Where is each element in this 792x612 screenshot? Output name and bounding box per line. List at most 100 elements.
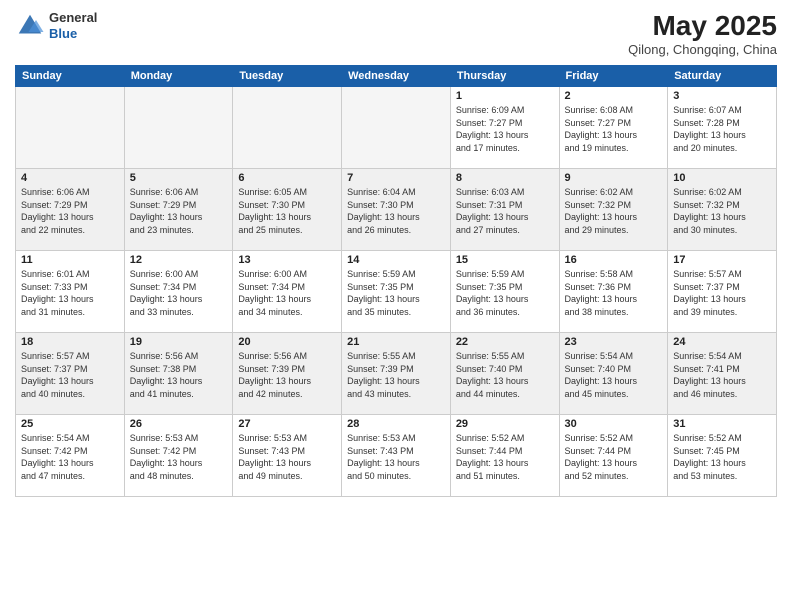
calendar-cell: 30Sunrise: 5:52 AM Sunset: 7:44 PM Dayli…: [559, 415, 668, 497]
logo-text: General Blue: [49, 10, 97, 41]
calendar-week-5: 25 Sunrise: 5:54 AM Sunset: 7:42 PM Dayli…: [16, 415, 777, 497]
day-number: 7: [347, 172, 445, 184]
day-info: Sunrise: 5:59 AM Sunset: 7:35 PM Dayligh…: [347, 268, 445, 318]
calendar-cell: 31 Sunrise: 5:52 AM Sunset: 7:45 PM Dayli…: [668, 415, 777, 497]
calendar-cell: 19Sunrise: 5:56 AM Sunset: 7:38 PM Dayli…: [124, 333, 233, 415]
calendar-week-4: 18 Sunrise: 5:57 AM Sunset: 7:37 PM Dayli…: [16, 333, 777, 415]
calendar-cell: 25 Sunrise: 5:54 AM Sunset: 7:42 PM Dayli…: [16, 415, 125, 497]
day-info: Sunrise: 6:08 AM Sunset: 7:27 PM Dayligh…: [565, 104, 663, 154]
day-number: 9: [565, 172, 663, 184]
day-number: 31: [673, 418, 771, 430]
calendar-cell: 20Sunrise: 5:56 AM Sunset: 7:39 PM Dayli…: [233, 333, 342, 415]
header: General Blue May 2025 Qilong, Chongqing,…: [15, 10, 777, 57]
calendar-cell: 22 Sunrise: 5:55 AM Sunset: 7:40 PM Dayli…: [450, 333, 559, 415]
calendar-cell: 8Sunrise: 6:03 AM Sunset: 7:31 PM Daylig…: [450, 169, 559, 251]
calendar-cell: 1Sunrise: 6:09 AM Sunset: 7:27 PM Daylig…: [450, 87, 559, 169]
day-number: 19: [130, 336, 228, 348]
day-info: Sunrise: 5:53 AM Sunset: 7:43 PM Dayligh…: [347, 432, 445, 482]
day-info: Sunrise: 5:54 AM Sunset: 7:42 PM Dayligh…: [21, 432, 119, 482]
day-info: Sunrise: 6:06 AM Sunset: 7:29 PM Dayligh…: [21, 186, 119, 236]
day-number: 4: [21, 172, 119, 184]
title-block: May 2025 Qilong, Chongqing, China: [628, 10, 777, 57]
day-number: 6: [238, 172, 336, 184]
day-number: 12: [130, 254, 228, 266]
calendar-cell: 2Sunrise: 6:08 AM Sunset: 7:27 PM Daylig…: [559, 87, 668, 169]
day-info: Sunrise: 5:53 AM Sunset: 7:42 PM Dayligh…: [130, 432, 228, 482]
col-header-thursday: Thursday: [450, 66, 559, 87]
page: General Blue May 2025 Qilong, Chongqing,…: [0, 0, 792, 612]
month-title: May 2025: [628, 10, 777, 42]
calendar-cell: 23 Sunrise: 5:54 AM Sunset: 7:40 PM Dayli…: [559, 333, 668, 415]
calendar-cell: 7 Sunrise: 6:04 AM Sunset: 7:30 PM Daylig…: [342, 169, 451, 251]
calendar-cell: 16Sunrise: 5:58 AM Sunset: 7:36 PM Dayli…: [559, 251, 668, 333]
calendar-cell: 3 Sunrise: 6:07 AM Sunset: 7:28 PM Daylig…: [668, 87, 777, 169]
day-number: 22: [456, 336, 554, 348]
calendar-cell: 28 Sunrise: 5:53 AM Sunset: 7:43 PM Dayli…: [342, 415, 451, 497]
day-number: 28: [347, 418, 445, 430]
calendar-cell: [124, 87, 233, 169]
day-info: Sunrise: 6:04 AM Sunset: 7:30 PM Dayligh…: [347, 186, 445, 236]
col-header-sunday: Sunday: [16, 66, 125, 87]
day-info: Sunrise: 5:57 AM Sunset: 7:37 PM Dayligh…: [21, 350, 119, 400]
day-number: 18: [21, 336, 119, 348]
day-info: Sunrise: 5:55 AM Sunset: 7:40 PM Dayligh…: [456, 350, 554, 400]
calendar-cell: 24 Sunrise: 5:54 AM Sunset: 7:41 PM Dayli…: [668, 333, 777, 415]
calendar-cell: 6 Sunrise: 6:05 AM Sunset: 7:30 PM Daylig…: [233, 169, 342, 251]
day-info: Sunrise: 6:09 AM Sunset: 7:27 PM Dayligh…: [456, 104, 554, 154]
day-info: Sunrise: 6:02 AM Sunset: 7:32 PM Dayligh…: [565, 186, 663, 236]
calendar-cell: [342, 87, 451, 169]
day-info: Sunrise: 5:54 AM Sunset: 7:41 PM Dayligh…: [673, 350, 771, 400]
day-info: Sunrise: 6:00 AM Sunset: 7:34 PM Dayligh…: [238, 268, 336, 318]
col-header-tuesday: Tuesday: [233, 66, 342, 87]
calendar-cell: 26 Sunrise: 5:53 AM Sunset: 7:42 PM Dayli…: [124, 415, 233, 497]
col-header-monday: Monday: [124, 66, 233, 87]
calendar-header-row: SundayMondayTuesdayWednesdayThursdayFrid…: [16, 66, 777, 87]
day-number: 3: [673, 90, 771, 102]
calendar-cell: 5Sunrise: 6:06 AM Sunset: 7:29 PM Daylig…: [124, 169, 233, 251]
day-info: Sunrise: 5:56 AM Sunset: 7:39 PM Dayligh…: [238, 350, 336, 400]
calendar-cell: 15Sunrise: 5:59 AM Sunset: 7:35 PM Dayli…: [450, 251, 559, 333]
calendar-cell: 29 Sunrise: 5:52 AM Sunset: 7:44 PM Dayli…: [450, 415, 559, 497]
calendar-week-2: 4 Sunrise: 6:06 AM Sunset: 7:29 PM Daylig…: [16, 169, 777, 251]
day-number: 25: [21, 418, 119, 430]
day-number: 29: [456, 418, 554, 430]
logo-general: General: [49, 10, 97, 26]
day-number: 24: [673, 336, 771, 348]
calendar-cell: 12 Sunrise: 6:00 AM Sunset: 7:34 PM Dayli…: [124, 251, 233, 333]
day-info: Sunrise: 5:52 AM Sunset: 7:44 PM Dayligh…: [565, 432, 663, 482]
calendar-cell: 14 Sunrise: 5:59 AM Sunset: 7:35 PM Dayli…: [342, 251, 451, 333]
day-number: 26: [130, 418, 228, 430]
calendar-cell: 21 Sunrise: 5:55 AM Sunset: 7:39 PM Dayli…: [342, 333, 451, 415]
calendar-cell: 18 Sunrise: 5:57 AM Sunset: 7:37 PM Dayli…: [16, 333, 125, 415]
day-info: Sunrise: 6:07 AM Sunset: 7:28 PM Dayligh…: [673, 104, 771, 154]
day-info: Sunrise: 6:05 AM Sunset: 7:30 PM Dayligh…: [238, 186, 336, 236]
day-number: 5: [130, 172, 228, 184]
day-number: 8: [456, 172, 554, 184]
calendar-cell: 10Sunrise: 6:02 AM Sunset: 7:32 PM Dayli…: [668, 169, 777, 251]
day-info: Sunrise: 6:00 AM Sunset: 7:34 PM Dayligh…: [130, 268, 228, 318]
calendar-cell: [16, 87, 125, 169]
calendar-week-1: 1Sunrise: 6:09 AM Sunset: 7:27 PM Daylig…: [16, 87, 777, 169]
calendar-cell: 27 Sunrise: 5:53 AM Sunset: 7:43 PM Dayli…: [233, 415, 342, 497]
day-number: 23: [565, 336, 663, 348]
location: Qilong, Chongqing, China: [628, 42, 777, 57]
day-number: 14: [347, 254, 445, 266]
day-number: 17: [673, 254, 771, 266]
day-info: Sunrise: 5:53 AM Sunset: 7:43 PM Dayligh…: [238, 432, 336, 482]
day-info: Sunrise: 5:52 AM Sunset: 7:45 PM Dayligh…: [673, 432, 771, 482]
day-number: 11: [21, 254, 119, 266]
calendar: SundayMondayTuesdayWednesdayThursdayFrid…: [15, 65, 777, 497]
day-number: 16: [565, 254, 663, 266]
day-number: 21: [347, 336, 445, 348]
calendar-cell: [233, 87, 342, 169]
day-number: 27: [238, 418, 336, 430]
day-info: Sunrise: 5:55 AM Sunset: 7:39 PM Dayligh…: [347, 350, 445, 400]
day-info: Sunrise: 5:52 AM Sunset: 7:44 PM Dayligh…: [456, 432, 554, 482]
col-header-friday: Friday: [559, 66, 668, 87]
logo: General Blue: [15, 10, 97, 41]
day-info: Sunrise: 5:54 AM Sunset: 7:40 PM Dayligh…: [565, 350, 663, 400]
calendar-cell: 11Sunrise: 6:01 AM Sunset: 7:33 PM Dayli…: [16, 251, 125, 333]
day-number: 15: [456, 254, 554, 266]
calendar-cell: 9 Sunrise: 6:02 AM Sunset: 7:32 PM Daylig…: [559, 169, 668, 251]
col-header-saturday: Saturday: [668, 66, 777, 87]
